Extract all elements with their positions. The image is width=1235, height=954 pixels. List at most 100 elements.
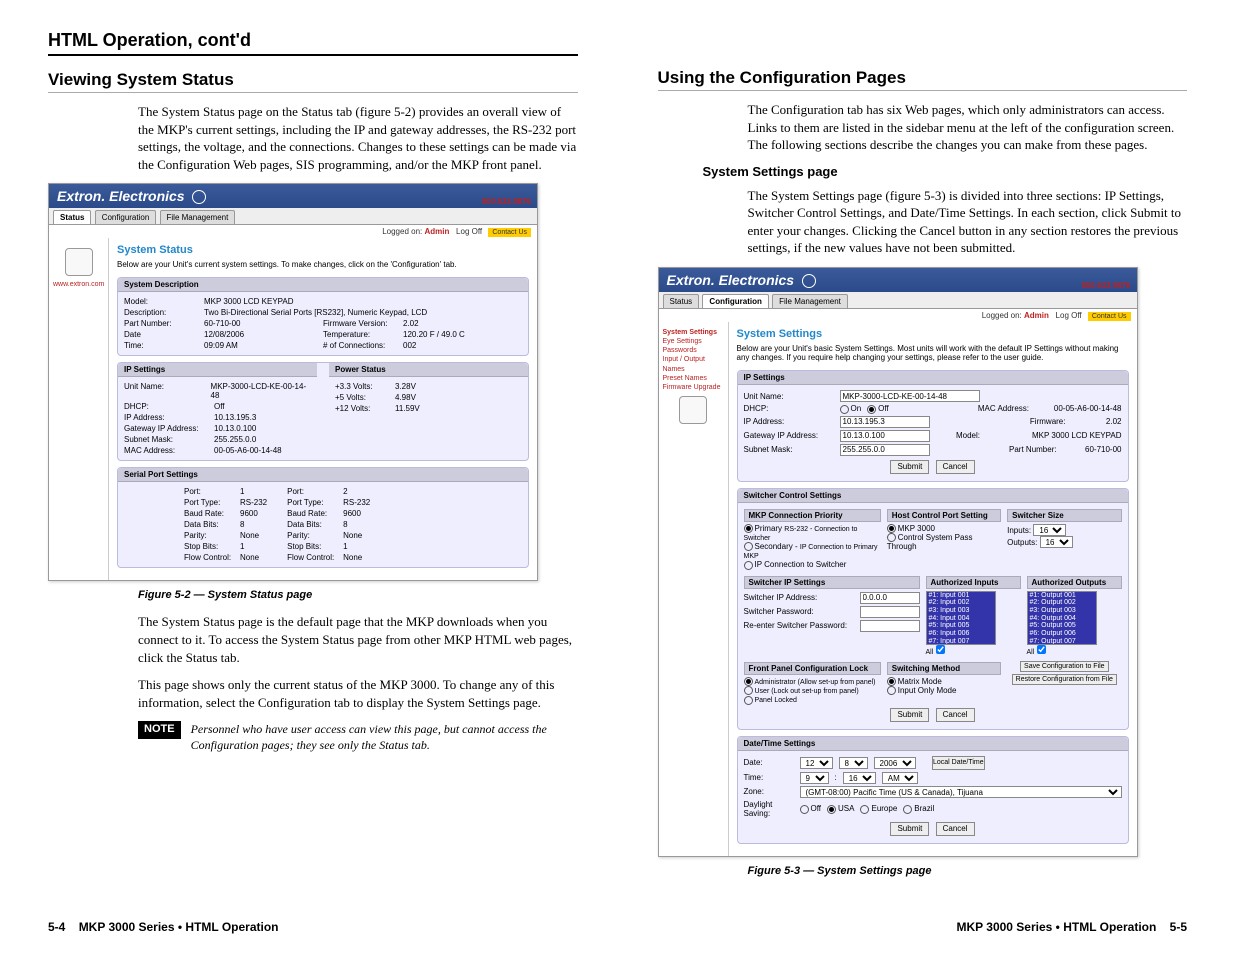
matrix-radio[interactable] [887,677,896,686]
serial-value: 1 [240,542,244,551]
sidebar-item[interactable]: Passwords [663,346,724,355]
restore-config-button[interactable]: Restore Configuration from File [1012,674,1117,685]
ip-cancel-button[interactable]: Cancel [936,460,975,474]
authout-item[interactable]: #5: Output 005 [1028,622,1096,630]
sidebar-item[interactable]: Eye Settings [663,337,724,346]
dhcp-on-label: On [851,404,862,413]
serial-key: Parity: [184,531,240,540]
logoff-link-2[interactable]: Log Off [1056,311,1082,320]
fpcl-admin-radio[interactable] [744,677,753,686]
swpwd2-input[interactable] [860,620,920,632]
inputs-select[interactable]: 16 [1033,524,1066,536]
authout-item[interactable]: #2: Output 002 [1028,599,1096,607]
unit-name-input[interactable] [840,390,980,402]
login-label-2: Logged on: [982,311,1022,320]
ds-eu-radio[interactable] [860,805,869,814]
host-cs-label: Control System Pass Through [887,533,973,551]
contact-link-2[interactable]: Contact Us [1088,312,1131,321]
tab-file-management[interactable]: File Management [160,210,236,224]
time-ampm-select[interactable]: AM [882,772,918,784]
local-datetime-button[interactable]: Local Date/Time [932,756,985,770]
subnet-input[interactable] [840,444,930,456]
chapter-title: HTML Operation, cont'd [48,30,578,56]
host-mkp-label: MKP 3000 [898,524,935,533]
ds-br-radio[interactable] [903,805,912,814]
fpcl-locked-radio[interactable] [744,696,753,705]
sidebar-item[interactable]: Preset Names [663,374,724,383]
tab-configuration[interactable]: Configuration [95,210,157,224]
authout-all-checkbox[interactable] [1037,645,1046,654]
ip-row: DHCP:Off [124,401,311,412]
model-label: Model: [956,431,1026,440]
serial-value: 2 [343,487,347,496]
zone-select[interactable]: (GMT-08:00) Pacific Time (US & Canada), … [800,786,1122,798]
host-cs-radio[interactable] [887,533,896,542]
sidebar-item[interactable]: System Settings [663,328,724,337]
time-hour-select[interactable]: 9 [800,772,829,784]
authout-listbox[interactable]: #1: Output 001#2: Output 002#3: Output 0… [1027,591,1097,645]
date-month-select[interactable]: 12 [800,757,833,769]
swpwd-label: Switcher Password: [744,607,854,616]
sidebar-item[interactable]: Input / Output Names [663,355,724,373]
outputs-select[interactable]: 16 [1040,536,1073,548]
authout-item[interactable]: #3: Output 003 [1028,607,1096,615]
swpwd-input[interactable] [860,606,920,618]
authout-item[interactable]: #7: Output 007 [1028,638,1096,645]
time-min-select[interactable]: 16 [843,772,876,784]
dt-cancel-button[interactable]: Cancel [936,822,975,836]
note-text: Personnel who have user access can view … [191,721,578,753]
inputonly-radio[interactable] [887,686,896,695]
tab-configuration-2[interactable]: Configuration [702,294,768,308]
kv-key: Unit Name: [124,382,211,400]
sysdesc-row: Firmware Version:2.02 [323,318,522,329]
swip-input[interactable] [860,592,920,604]
ip-submit-button[interactable]: Submit [890,460,929,474]
swpwd2-label: Re-enter Switcher Password: [744,621,854,630]
authin-item[interactable]: #6: Input 006 [927,630,995,638]
power-row: +12 Volts:11.59V [335,403,522,414]
app-brand-header: Extron. Electronics 800.633.9876 [49,184,537,208]
model-value: MKP 3000 LCD KEYPAD [1032,431,1122,440]
switcher-submit-button[interactable]: Submit [890,708,929,722]
authin-item[interactable]: #2: Input 002 [927,599,995,607]
ipconn-radio[interactable] [744,561,753,570]
serial-value: 1 [343,542,347,551]
tab-status[interactable]: Status [53,210,91,224]
ipaddr-input[interactable] [840,416,930,428]
tab-file-management-2[interactable]: File Management [772,294,848,308]
login-bar: Logged on: Admin Log Off Contact Us [49,225,537,238]
authin-listbox[interactable]: #1: Input 001#2: Input 002#3: Input 003#… [926,591,996,645]
sidebar: www.extron.com [49,238,109,580]
sidebar-extron-link[interactable]: www.extron.com [53,280,104,289]
contact-link[interactable]: Contact Us [488,228,531,237]
serial-key: Data Bits: [287,520,343,529]
dhcp-off-radio[interactable] [867,405,876,414]
date-day-select[interactable]: 8 [839,757,868,769]
authin-item[interactable]: #7: Input 007 [927,638,995,645]
sidebar-item[interactable]: Firmware Upgrade [663,383,724,392]
switcher-cancel-button[interactable]: Cancel [936,708,975,722]
dt-submit-button[interactable]: Submit [890,822,929,836]
serial-key: Stop Bits: [287,542,343,551]
authout-item[interactable]: #1: Output 001 [1028,592,1096,600]
authin-item[interactable]: #4: Input 004 [927,615,995,623]
ds-usa-radio[interactable] [827,805,836,814]
host-mkp-radio[interactable] [887,524,896,533]
part-label: Part Number: [1009,445,1079,454]
authin-all-checkbox[interactable] [936,645,945,654]
authin-item[interactable]: #5: Input 005 [927,622,995,630]
authin-item[interactable]: #1: Input 001 [927,592,995,600]
primary-radio[interactable] [744,524,753,533]
secondary-radio[interactable] [744,542,753,551]
tab-status-2[interactable]: Status [663,294,700,308]
authin-item[interactable]: #3: Input 003 [927,607,995,615]
ds-off-radio[interactable] [800,805,809,814]
save-config-button[interactable]: Save Configuration to File [1020,661,1109,672]
dhcp-on-radio[interactable] [840,405,849,414]
fpcl-user-radio[interactable] [744,686,753,695]
date-year-select[interactable]: 2006 [874,757,916,769]
gw-input[interactable] [840,430,930,442]
authout-item[interactable]: #4: Output 004 [1028,615,1096,623]
authout-item[interactable]: #6: Output 006 [1028,630,1096,638]
logoff-link[interactable]: Log Off [456,227,482,236]
